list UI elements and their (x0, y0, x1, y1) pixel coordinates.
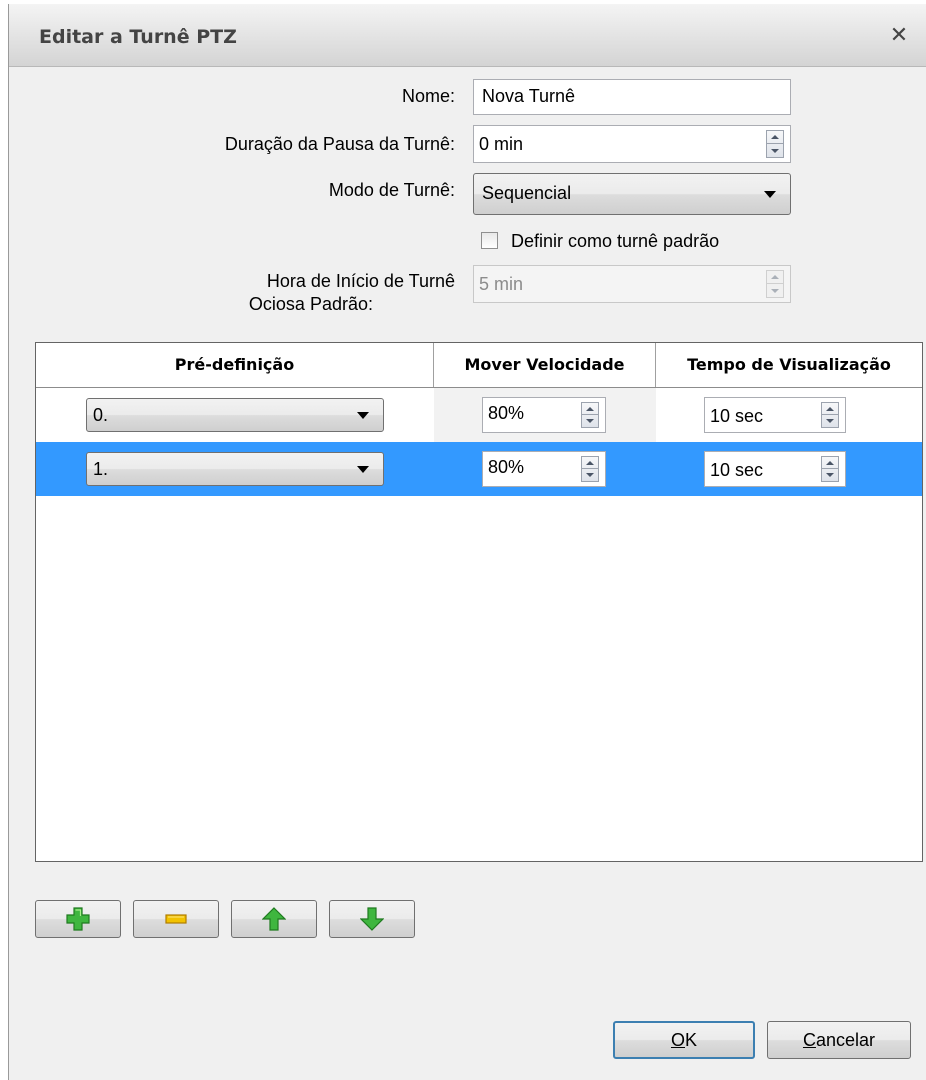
name-label: Nome: (401, 86, 455, 106)
move-down-button[interactable] (329, 900, 415, 938)
pause-duration-label: Duração da Pausa da Turnê: (224, 134, 455, 154)
chevron-down-icon (357, 412, 369, 419)
idle-start-spin-buttons (766, 270, 784, 298)
idle-start-label-line1: Hora de Início de Turnê (266, 271, 455, 291)
add-preset-button[interactable] (35, 900, 121, 938)
table-row[interactable]: 0. 80% 10 sec (36, 388, 922, 442)
idle-start-label-line2: Ociosa Padrão: (248, 294, 373, 314)
idle-start-spinbox: 5 min (473, 265, 791, 303)
edit-ptz-tour-dialog: Editar a Turnê PTZ ✕ Nome: Nova Turnê Du… (8, 4, 926, 1080)
speed-value: 80% (488, 457, 525, 477)
table-row[interactable]: 1. 80% 10 sec (36, 442, 922, 496)
spin-up-icon[interactable] (767, 131, 783, 144)
speed-spinbox[interactable]: 80% (482, 451, 606, 487)
spin-up-icon (767, 271, 783, 284)
dwell-spinbox[interactable]: 10 sec (704, 397, 846, 433)
name-input-value: Nova Turnê (482, 86, 576, 106)
tour-mode-label: Modo de Turnê: (328, 180, 455, 200)
minus-icon (165, 914, 187, 924)
dwell-spinbox[interactable]: 10 sec (704, 451, 846, 487)
column-header-preset[interactable]: Pré-definição (36, 343, 434, 387)
arrow-up-icon (262, 907, 286, 931)
cancel-button-mnemonic: C (802, 1030, 816, 1050)
speed-spin-buttons[interactable] (581, 402, 599, 428)
spin-up-icon[interactable] (582, 457, 598, 469)
spin-down-icon[interactable] (582, 415, 598, 427)
column-header-dwell-time[interactable]: Tempo de Visualização (656, 343, 922, 387)
chevron-down-icon (357, 466, 369, 473)
spin-down-icon[interactable] (582, 469, 598, 481)
cancel-button-label: ancelar (815, 1030, 876, 1050)
remove-preset-button[interactable] (133, 900, 219, 938)
idle-start-value: 5 min (479, 274, 524, 294)
speed-value: 80% (488, 403, 525, 423)
default-tour-checkbox[interactable] (481, 232, 498, 249)
speed-spinbox[interactable]: 80% (482, 397, 606, 433)
preset-value: 0. (93, 405, 109, 425)
move-up-button[interactable] (231, 900, 317, 938)
preset-dropdown[interactable]: 0. (86, 398, 384, 432)
cancel-button[interactable]: Cancelar (767, 1021, 911, 1059)
spin-down-icon[interactable] (822, 415, 838, 427)
tour-mode-dropdown[interactable]: Sequencial (473, 173, 791, 215)
spin-down-icon[interactable] (822, 469, 838, 481)
name-input[interactable]: Nova Turnê (473, 79, 791, 115)
close-icon: ✕ (889, 23, 909, 48)
dwell-spin-buttons[interactable] (821, 456, 839, 482)
grid-header: Pré-definição Mover Velocidade Tempo de … (36, 343, 922, 388)
arrow-down-icon (360, 907, 384, 931)
title-bar: Editar a Turnê PTZ ✕ (9, 4, 926, 67)
plus-icon (66, 907, 90, 931)
tour-mode-value: Sequencial (482, 183, 572, 203)
preset-dropdown[interactable]: 1. (86, 452, 384, 486)
spin-down-icon[interactable] (767, 144, 783, 157)
preset-value: 1. (93, 459, 109, 479)
ok-button-label: K (685, 1030, 698, 1050)
default-tour-checkbox-label[interactable]: Definir como turnê padrão (511, 231, 719, 252)
spin-up-icon[interactable] (582, 403, 598, 415)
dwell-spin-buttons[interactable] (821, 402, 839, 428)
column-header-move-speed[interactable]: Mover Velocidade (434, 343, 656, 387)
ok-button[interactable]: OK (613, 1021, 755, 1059)
spin-down-icon (767, 284, 783, 297)
dwell-value: 10 sec (710, 460, 764, 480)
speed-spin-buttons[interactable] (581, 456, 599, 482)
pause-duration-value: 0 min (479, 134, 524, 154)
spin-up-icon[interactable] (822, 403, 838, 415)
pause-duration-spinbox[interactable]: 0 min (473, 125, 791, 163)
chevron-down-icon (764, 191, 776, 198)
ok-button-mnemonic: O (670, 1030, 685, 1050)
dialog-title: Editar a Turnê PTZ (39, 26, 237, 48)
preset-grid[interactable]: Pré-definição Mover Velocidade Tempo de … (35, 342, 923, 862)
close-button[interactable]: ✕ (885, 22, 913, 50)
spin-up-icon[interactable] (822, 457, 838, 469)
dwell-value: 10 sec (710, 406, 764, 426)
pause-duration-spin-buttons[interactable] (766, 130, 784, 158)
